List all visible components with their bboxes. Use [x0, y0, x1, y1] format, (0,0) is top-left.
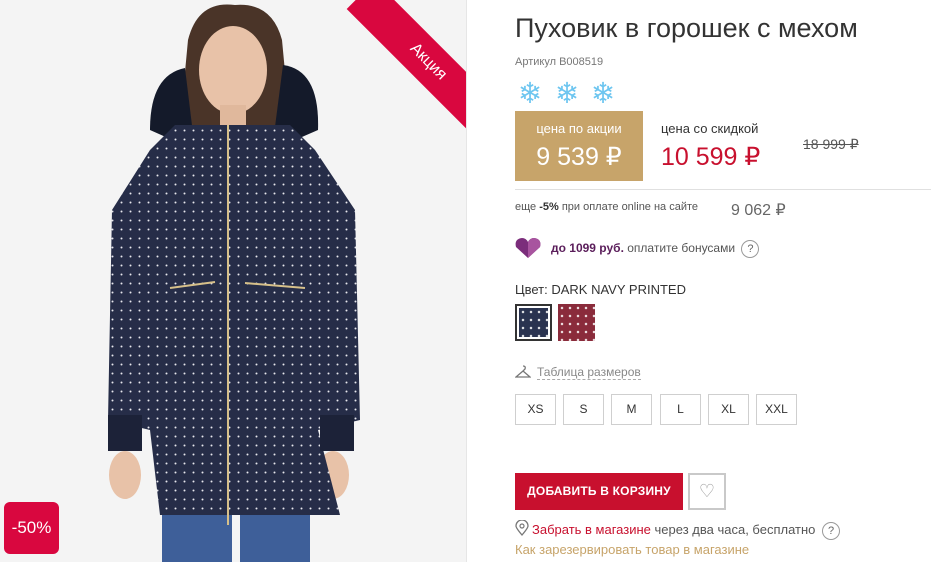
promo-price-box: цена по акции 9 539 ₽: [515, 111, 643, 181]
snowflake-icon: ❄: [590, 78, 616, 110]
pickup-text: через два часа, бесплатно: [650, 522, 816, 537]
bonus-heart-icon: [515, 238, 541, 258]
discount-price: 10 599 ₽: [661, 143, 761, 171]
old-price: 18 999 ₽: [803, 136, 859, 152]
size-option-xs[interactable]: XS: [515, 394, 556, 425]
hanger-icon: [515, 365, 531, 378]
snowflake-icon: ❄: [517, 78, 543, 110]
pickup-link[interactable]: Забрать в магазине: [532, 522, 651, 537]
size-option-m[interactable]: M: [611, 394, 652, 425]
snowflake-icon: ❄: [554, 78, 580, 110]
add-to-cart-button[interactable]: ДОБАВИТЬ В КОРЗИНУ: [515, 473, 683, 510]
help-icon[interactable]: ?: [741, 240, 760, 258]
bonus-text: оплатите бонусами: [623, 241, 736, 256]
bonus-amount: до 1099 руб.: [551, 241, 624, 256]
reserve-link[interactable]: Как зарезервировать товар в магазине: [515, 542, 749, 557]
online-price: 9 062 ₽: [731, 202, 786, 219]
divider: [515, 189, 931, 190]
bonus-note: до 1099 руб. оплатите бонусами ?: [551, 240, 760, 258]
online-discount-prefix: еще: [515, 201, 540, 213]
size-option-s[interactable]: S: [563, 394, 604, 425]
jacket-photo: [108, 4, 360, 562]
size-table-link[interactable]: Таблица размеров: [537, 365, 641, 380]
discount-price-label: цена со скидкой: [661, 121, 759, 136]
product-title: Пуховик в горошек с мехом: [515, 13, 858, 43]
online-discount-note: еще -5% при оплате online на сайте: [515, 201, 698, 213]
size-option-xl[interactable]: XL: [708, 394, 749, 425]
heart-icon: ♡: [698, 481, 716, 501]
promo-price-label: цена по акции: [536, 121, 622, 136]
product-image[interactable]: Акция -50%: [0, 0, 467, 562]
map-pin-icon: [515, 520, 529, 536]
wishlist-button[interactable]: ♡: [688, 473, 726, 510]
size-option-l[interactable]: L: [660, 394, 701, 425]
help-icon[interactable]: ?: [822, 521, 840, 540]
size-option-xxl[interactable]: XXL: [756, 394, 797, 425]
discount-badge: -50%: [4, 502, 59, 554]
color-swatch-bordeaux[interactable]: [558, 304, 595, 341]
online-discount-suffix: при оплате online на сайте: [558, 201, 699, 213]
color-swatch-navy[interactable]: [515, 304, 552, 341]
color-label: Цвет: DARK NAVY PRINTED: [515, 282, 686, 297]
pickup-note: Забрать в магазине через два часа, беспл…: [515, 520, 840, 540]
online-discount-percent: -5%: [539, 201, 559, 213]
product-sku: Артикул B008519: [515, 56, 604, 68]
promo-price: 9 539 ₽: [536, 143, 622, 171]
